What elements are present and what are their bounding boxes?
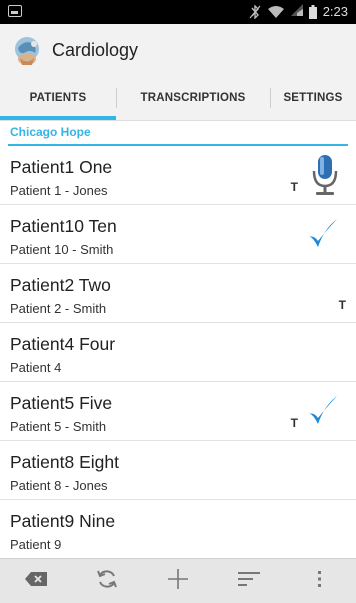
transcription-indicator-icon: T bbox=[290, 416, 298, 430]
list-item-patient8[interactable]: Patient8 Eight Patient 8 - Jones bbox=[0, 441, 356, 500]
notification-image-icon bbox=[8, 5, 22, 17]
battery-icon bbox=[308, 4, 317, 19]
signal-icon bbox=[290, 3, 303, 20]
patient-name: Patient10 Ten bbox=[10, 216, 117, 236]
list-item-patient10[interactable]: Patient10 Ten Patient 10 - Smith bbox=[0, 205, 356, 264]
microphone-icon[interactable] bbox=[312, 154, 338, 196]
status-bar: 2:23 bbox=[0, 0, 356, 24]
section-header: Chicago Hope bbox=[0, 120, 356, 146]
patient-detail: Patient 9 bbox=[10, 537, 62, 552]
action-bar: Cardiology bbox=[0, 24, 356, 76]
clock: 2:23 bbox=[322, 4, 348, 19]
tab-settings[interactable]: SETTINGS bbox=[270, 76, 356, 120]
patient-detail: Patient 5 - Smith bbox=[10, 419, 107, 434]
app-title: Cardiology bbox=[52, 40, 139, 60]
patient-detail: Patient 10 - Smith bbox=[10, 242, 114, 257]
patient-list: Patient1 One Patient 1 - Jones T Patient… bbox=[0, 146, 356, 558]
wifi-icon bbox=[267, 5, 285, 19]
patient-name: Patient1 One bbox=[10, 157, 113, 177]
list-item-patient2[interactable]: Patient2 Two Patient 2 - Smith T bbox=[0, 264, 356, 323]
overflow-menu-icon bbox=[317, 570, 323, 593]
checkmark-icon bbox=[306, 217, 338, 251]
bluetooth-off-icon bbox=[249, 4, 261, 19]
patient-detail: Patient 8 - Jones bbox=[10, 478, 108, 493]
list-item-patient4[interactable]: Patient4 Four Patient 4 bbox=[0, 323, 356, 382]
patient-name: Patient2 Two bbox=[10, 275, 111, 295]
section-label: Chicago Hope bbox=[10, 125, 91, 139]
transcription-indicator-icon: T bbox=[338, 298, 346, 312]
list-item-patient1[interactable]: Patient1 One Patient 1 - Jones T bbox=[0, 146, 356, 205]
tab-patients[interactable]: PATIENTS bbox=[0, 76, 116, 120]
transcription-indicator-icon: T bbox=[290, 180, 298, 194]
patient-detail: Patient 4 bbox=[10, 360, 62, 375]
sort-icon bbox=[238, 571, 261, 592]
app-logo-icon[interactable] bbox=[10, 34, 44, 68]
overflow-menu-button[interactable] bbox=[300, 561, 340, 601]
list-item-patient5[interactable]: Patient5 Five Patient 5 - Smith T bbox=[0, 382, 356, 441]
tab-bar: PATIENTS TRANSCRIPTIONS SETTINGS bbox=[0, 76, 356, 121]
checkmark-icon bbox=[306, 394, 338, 428]
list-item-patient9[interactable]: Patient9 Nine Patient 9 bbox=[0, 500, 356, 558]
patient-name: Patient8 Eight bbox=[10, 452, 119, 472]
sort-button[interactable] bbox=[229, 561, 269, 601]
patient-detail: Patient 1 - Jones bbox=[10, 183, 108, 198]
patient-name: Patient4 Four bbox=[10, 334, 116, 354]
sync-button[interactable] bbox=[87, 561, 127, 601]
clear-button[interactable] bbox=[16, 561, 56, 601]
clear-icon bbox=[24, 571, 48, 592]
bottom-action-bar bbox=[0, 558, 356, 603]
patient-name: Patient9 Nine bbox=[10, 511, 116, 531]
patient-name: Patient5 Five bbox=[10, 393, 113, 413]
sync-icon bbox=[95, 567, 119, 596]
tab-transcriptions[interactable]: TRANSCRIPTIONS bbox=[116, 76, 270, 120]
add-icon bbox=[166, 567, 190, 596]
patient-detail: Patient 2 - Smith bbox=[10, 301, 107, 316]
add-button[interactable] bbox=[158, 561, 198, 601]
